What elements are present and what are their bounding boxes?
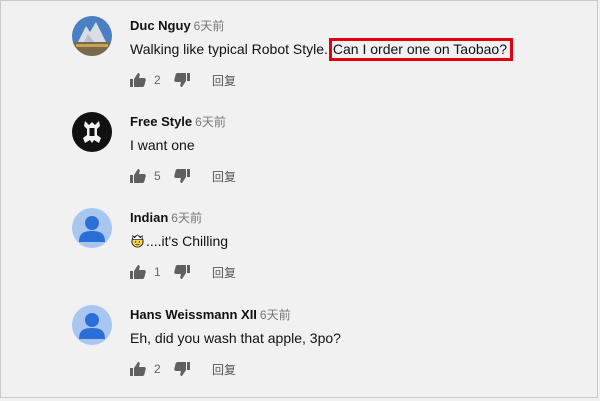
comment-author[interactable]: Duc Nguy [130,18,191,33]
comment-text-body: Walking like typical Robot Style. [130,41,328,57]
comment-text: Walking like typical Robot Style. Can I o… [130,38,514,61]
comment-text-body: I want one [130,137,195,153]
comment-item: Free Style 6天前 I want one 5 回复 [0,112,600,208]
like-count: 2 [154,362,161,376]
comment-author[interactable]: Free Style [130,114,192,129]
thumbs-down-icon[interactable] [174,73,190,87]
thumbs-up-icon[interactable] [130,73,146,87]
default-person-avatar-icon [72,305,112,345]
reply-button[interactable]: 回复 [212,361,236,378]
thumbs-up-icon[interactable] [130,362,146,376]
comment-time[interactable]: 6天前 [194,19,225,33]
reply-button[interactable]: 回复 [212,72,236,89]
highlighted-text: Can I order one on Taobao? [328,38,514,61]
comment-text: I want one [130,136,195,154]
landscape-photo-avatar-icon [72,16,112,56]
thumbs-down-icon[interactable] [174,169,190,183]
avatar[interactable] [72,16,112,56]
comment-text-body: ....it's Chilling [146,233,229,249]
comment-time[interactable]: 6天前 [171,211,202,225]
comment-header: Hans Weissmann XII 6天前 [130,307,291,323]
comment-actions: 1 回复 [130,264,236,280]
avatar[interactable] [72,305,112,345]
comment-actions: 2 回复 [130,72,236,88]
avatar[interactable] [72,208,112,248]
chilling-emoji-icon [131,234,144,248]
thumbs-up-icon[interactable] [130,169,146,183]
comment-header: Indian 6天前 [130,210,202,226]
thumbs-down-icon[interactable] [174,362,190,376]
comment-actions: 2 回复 [130,361,236,377]
comment-actions: 5 回复 [130,168,236,184]
comment-header: Free Style 6天前 [130,114,226,130]
comment-item: Indian 6天前 ....it's Chilling 1 回复 [0,208,600,304]
default-person-avatar-icon [72,208,112,248]
thumbs-down-icon[interactable] [174,265,190,279]
comment-time[interactable]: 6天前 [260,308,291,322]
reply-button[interactable]: 回复 [212,168,236,185]
thumbs-up-icon[interactable] [130,265,146,279]
comment-text: ....it's Chilling [130,232,228,250]
comment-author[interactable]: Indian [130,210,168,225]
comment-time[interactable]: 6天前 [195,115,226,129]
like-count: 5 [154,169,161,183]
like-count: 1 [154,265,161,279]
comment-header: Duc Nguy 6天前 [130,18,224,34]
black-logo-avatar-icon [72,112,112,152]
like-count: 2 [154,73,161,87]
reply-button[interactable]: 回复 [212,264,236,281]
comment-item: Hans Weissmann XII 6天前 Eh, did you wash t… [0,305,600,401]
comment-text-body: Eh, did you wash that apple, 3po? [130,330,341,346]
comment-text: Eh, did you wash that apple, 3po? [130,329,341,347]
comment-author[interactable]: Hans Weissmann XII [130,307,257,322]
comment-item: Duc Nguy 6天前 Walking like typical Robot S… [0,16,600,112]
avatar[interactable] [72,112,112,152]
